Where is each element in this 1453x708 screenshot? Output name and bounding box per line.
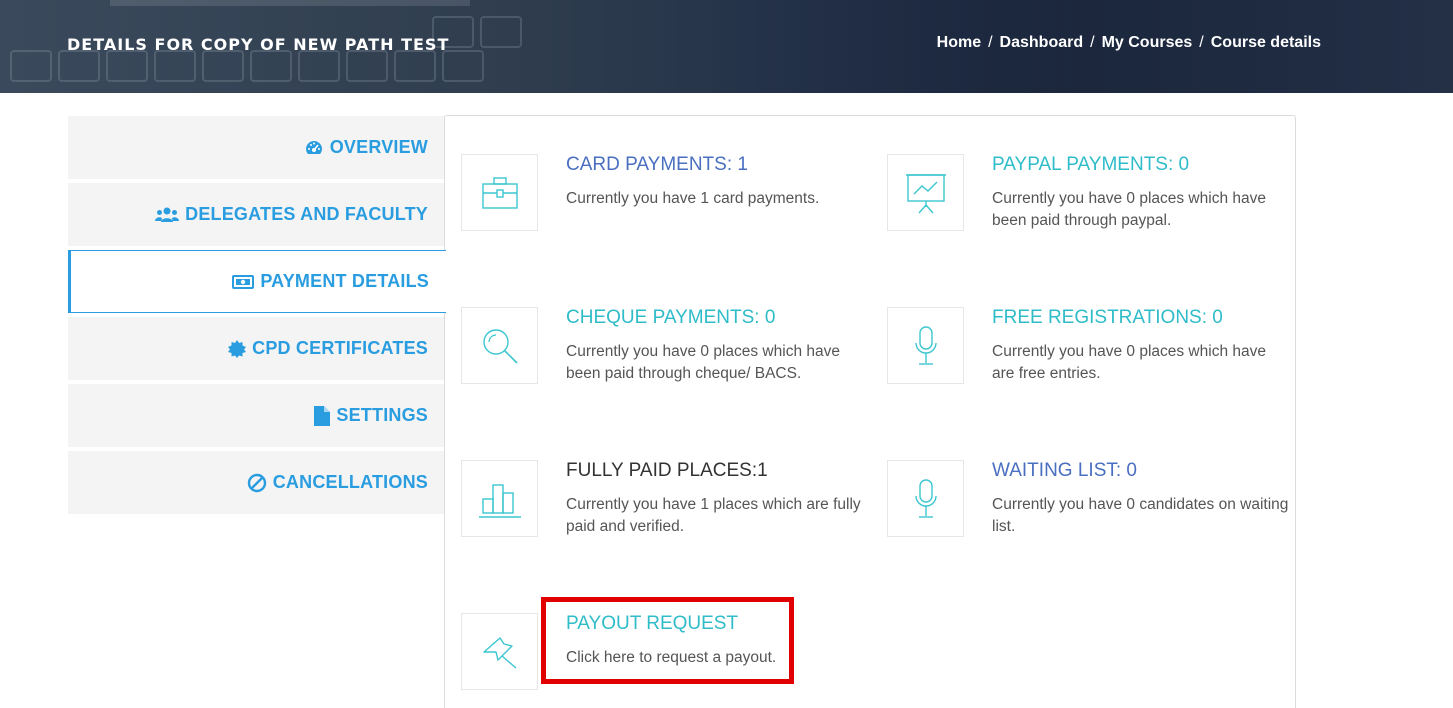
- tab-cancellations[interactable]: CANCELLATIONS: [68, 451, 445, 514]
- sidebar: OVERVIEW DELEGATES AND FACULTY PAYMENT D…: [68, 116, 446, 518]
- breadcrumb-my-courses[interactable]: My Courses: [1102, 34, 1193, 52]
- ban-icon: [247, 473, 267, 493]
- pin-icon: [461, 613, 538, 690]
- microphone-icon: [887, 307, 964, 384]
- breadcrumb-separator: /: [988, 34, 993, 51]
- money-icon: [232, 274, 255, 290]
- free-registrations-card[interactable]: FREE REGISTRATIONS: 0 Currently you have…: [887, 307, 1287, 427]
- banner-keyboard-image: [10, 16, 530, 93]
- card-payments-card[interactable]: CARD PAYMENTS: 1 Currently you have 1 ca…: [461, 154, 861, 274]
- tab-settings[interactable]: SETTINGS: [68, 384, 445, 447]
- cheque-payments-description: Currently you have 0 places which have b…: [566, 343, 840, 382]
- tab-overview[interactable]: OVERVIEW: [68, 116, 445, 179]
- paypal-payments-description: Currently you have 0 places which have b…: [992, 190, 1266, 229]
- fully-paid-places-title[interactable]: FULLY PAID PLACES:1: [566, 460, 768, 482]
- breadcrumb-dashboard[interactable]: Dashboard: [1000, 34, 1084, 52]
- banner-decoration: [110, 0, 470, 6]
- breadcrumb-separator: /: [1090, 34, 1095, 51]
- waiting-list-title[interactable]: WAITING LIST: 0: [992, 460, 1137, 482]
- card-payments-description: Currently you have 1 card payments.: [566, 190, 820, 207]
- cheque-payments-title[interactable]: CHEQUE PAYMENTS: 0: [566, 307, 775, 329]
- page-header-banner: DETAILS FOR COPY OF NEW PATH TEST Home / D…: [0, 0, 1453, 93]
- free-registrations-description: Currently you have 0 places which have a…: [992, 343, 1266, 382]
- breadcrumb-separator: /: [1199, 34, 1204, 51]
- fully-paid-places-card[interactable]: FULLY PAID PLACES:1 Currently you have 1…: [461, 460, 861, 580]
- cheque-payments-card[interactable]: CHEQUE PAYMENTS: 0 Currently you have 0 …: [461, 307, 861, 427]
- tab-label: CANCELLATIONS: [272, 472, 428, 492]
- waiting-list-card[interactable]: WAITING LIST: 0 Currently you have 0 can…: [887, 460, 1288, 580]
- card-payments-title[interactable]: CARD PAYMENTS: 1: [566, 154, 748, 176]
- payout-request-highlight: [541, 597, 794, 684]
- breadcrumb-course-details: Course details: [1210, 34, 1321, 51]
- waiting-list-description: Currently you have 0 candidates on waiti…: [992, 496, 1289, 535]
- tab-delegates-and-faculty[interactable]: DELEGATES AND FACULTY: [68, 183, 445, 246]
- fully-paid-places-description: Currently you have 1 places which are fu…: [566, 496, 861, 535]
- breadcrumb-home[interactable]: Home: [937, 34, 981, 52]
- dashboard-icon: [304, 139, 324, 157]
- tab-label: DELEGATES AND FACULTY: [185, 204, 428, 224]
- magnifier-icon: [461, 307, 538, 384]
- breadcrumb: Home / Dashboard / My Courses / Course details: [937, 34, 1321, 52]
- tab-label: SETTINGS: [336, 405, 428, 425]
- paypal-payments-title[interactable]: PAYPAL PAYMENTS: 0: [992, 154, 1189, 176]
- tab-label: PAYMENT DETAILS: [260, 271, 429, 291]
- page-title: DETAILS FOR COPY OF NEW PATH TEST: [67, 35, 450, 54]
- file-icon: [314, 405, 331, 426]
- certificate-icon: [228, 339, 247, 358]
- briefcase-icon: [461, 154, 538, 231]
- bar-chart-icon: [461, 460, 538, 537]
- tab-cpd-certificates[interactable]: CPD CERTIFICATES: [68, 317, 445, 380]
- users-icon: [155, 206, 180, 224]
- free-registrations-title[interactable]: FREE REGISTRATIONS: 0: [992, 307, 1223, 329]
- paypal-payments-card[interactable]: PAYPAL PAYMENTS: 0 Currently you have 0 …: [887, 154, 1287, 274]
- presentation-icon: [887, 154, 964, 231]
- tab-payment-details[interactable]: PAYMENT DETAILS: [68, 250, 446, 313]
- tab-label: CPD CERTIFICATES: [252, 338, 428, 358]
- tab-label: OVERVIEW: [329, 137, 428, 157]
- microphone-icon: [887, 460, 964, 537]
